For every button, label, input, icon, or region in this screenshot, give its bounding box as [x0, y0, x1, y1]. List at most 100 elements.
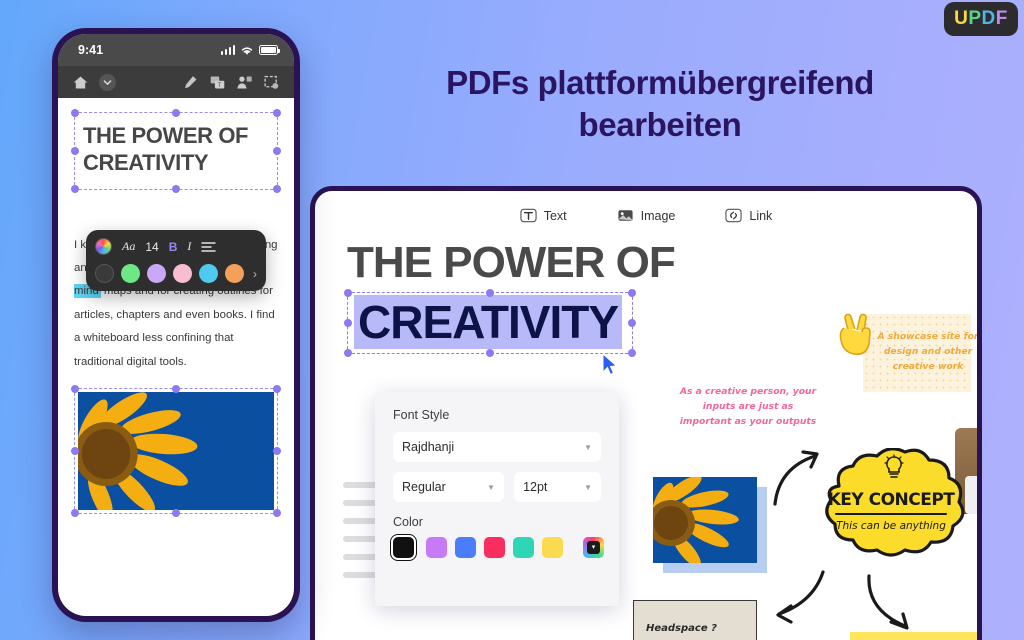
arrow-up-right-icon	[773, 450, 819, 506]
color-wheel-icon[interactable]	[95, 238, 112, 255]
title-handle-middle-left[interactable]	[344, 319, 352, 328]
swatch-pink[interactable]	[173, 264, 192, 283]
tool-image[interactable]: Image	[617, 207, 675, 224]
phone-mockup: 9:41 T THE POWER OF CREATIVITY I and min…	[52, 28, 300, 622]
swatch-cyan[interactable]	[199, 264, 218, 283]
resize-handle-bottom-middle[interactable]	[172, 184, 180, 193]
phone-document: THE POWER OF CREATIVITY I keep write. It…	[58, 98, 294, 517]
font-style-title: Font Style	[393, 408, 450, 422]
swatch-orange[interactable]	[225, 264, 244, 283]
color-swatch-row: ▾	[391, 535, 604, 560]
select-area-icon[interactable]	[263, 74, 280, 91]
cloud-subtitle: This can be anything	[836, 520, 946, 532]
image-handle-bottom-left[interactable]	[71, 508, 79, 517]
bold-button[interactable]: B	[169, 240, 178, 254]
title-handle-top-right[interactable]	[628, 289, 637, 298]
title-handle-bottom-left[interactable]	[344, 349, 352, 358]
title-handle-bottom-right[interactable]	[628, 349, 637, 358]
text-box-icon[interactable]: T	[209, 74, 226, 91]
image-handle-top-middle[interactable]	[172, 384, 180, 393]
orange-annotation: A showcase site for design and other cre…	[877, 331, 979, 372]
add-image-icon[interactable]	[236, 74, 253, 91]
title-handle-top-left[interactable]	[344, 289, 352, 298]
image-handle-middle-left[interactable]	[71, 446, 79, 455]
battery-icon	[259, 45, 280, 55]
swatch-next-chevron[interactable]: ›	[253, 267, 257, 281]
wifi-icon	[241, 46, 253, 55]
image-handle-bottom-right[interactable]	[273, 508, 281, 517]
peace-hand-icon	[839, 313, 871, 356]
phone-document-title: THE POWER OF CREATIVITY	[83, 123, 249, 175]
desktop-document-canvas: THE POWER OF CREATIVITY A showcase site …	[315, 232, 977, 640]
font-family-select[interactable]: Rajdhanji ▼	[393, 432, 601, 462]
font-face-button[interactable]: Aa	[122, 239, 135, 254]
color-swatch-teal[interactable]	[513, 537, 534, 558]
resize-handle-top-middle[interactable]	[172, 109, 180, 117]
phone-title-selection[interactable]: THE POWER OF CREATIVITY	[71, 109, 281, 193]
tool-link[interactable]: Link	[725, 207, 772, 224]
document-title-selection[interactable]: CREATIVITY	[344, 289, 637, 376]
resize-handle-bottom-right[interactable]	[273, 184, 281, 193]
title-handle-bottom-middle[interactable]	[486, 349, 495, 358]
desktop-toolbar: Text Image Link	[315, 191, 977, 232]
phone-image-selection[interactable]	[71, 384, 281, 517]
chevron-down-icon: ▼	[584, 482, 592, 492]
title-handle-middle-right[interactable]	[628, 319, 637, 328]
document-title-line-2: CREATIVITY	[354, 295, 623, 350]
logo-letter-f: F	[995, 8, 1008, 29]
color-swatch-black[interactable]	[391, 535, 416, 560]
marker-pen-icon[interactable]	[182, 74, 199, 91]
swatch-green[interactable]	[121, 264, 140, 283]
font-style-popup: Font Style Rajdhanji ▼ Regular ▼ 12pt ▼ …	[375, 392, 619, 606]
lightbulb-icon	[884, 454, 904, 478]
document-title-line-1: THE POWER OF	[347, 238, 676, 287]
color-swatch-red[interactable]	[484, 537, 505, 558]
resize-handle-top-right[interactable]	[273, 109, 281, 117]
color-swatch-blue[interactable]	[455, 537, 476, 558]
color-section-label: Color	[393, 515, 423, 529]
image-handle-middle-right[interactable]	[273, 446, 281, 455]
color-swatch-yellow[interactable]	[542, 537, 563, 558]
link-tool-icon	[725, 208, 742, 223]
sunflower-image-desktop	[653, 477, 757, 563]
image-handle-top-right[interactable]	[273, 384, 281, 393]
cloud-text-block: KEY CONCEPT This can be anything	[823, 490, 959, 532]
home-icon[interactable]	[72, 74, 89, 91]
color-swatch-purple[interactable]	[426, 537, 447, 558]
font-size-value[interactable]: 14	[145, 240, 158, 254]
page-headline: PDFs plattformübergreifend bearbeiten	[315, 62, 1005, 146]
align-left-icon[interactable]	[201, 241, 217, 253]
phone-screen: 9:41 T THE POWER OF CREATIVITY I and min…	[58, 34, 294, 616]
phone-status-bar: 9:41	[58, 34, 294, 66]
pink-annotation: As a creative person, your inputs are ju…	[679, 386, 817, 427]
resize-handle-middle-right[interactable]	[273, 146, 281, 155]
arrow-down-left-icon	[776, 570, 825, 624]
image-handle-top-left[interactable]	[71, 384, 79, 393]
chevron-down-icon[interactable]	[99, 73, 116, 91]
logo-letter-u: U	[954, 8, 969, 29]
status-time: 9:41	[78, 43, 104, 57]
headline-line-2: bearbeiten	[578, 106, 742, 144]
tool-text[interactable]: Text	[520, 207, 567, 224]
font-size-select[interactable]: 12pt ▼	[514, 472, 601, 502]
resize-handle-bottom-left[interactable]	[71, 184, 79, 193]
resize-handle-middle-left[interactable]	[71, 146, 79, 155]
arrow-down-right-icon	[867, 574, 909, 630]
rainbow-color-picker-icon[interactable]: ▾	[583, 537, 604, 558]
swatch-none[interactable]	[95, 264, 114, 283]
image-handle-bottom-middle[interactable]	[172, 508, 180, 517]
swatch-purple[interactable]	[147, 264, 166, 283]
cloud-underline	[835, 513, 947, 515]
font-weight-select[interactable]: Regular ▼	[393, 472, 505, 502]
logo-letter-d: D	[981, 8, 996, 29]
image-tool-icon	[618, 210, 633, 221]
headline-line-1: PDFs plattformübergreifend	[446, 64, 874, 101]
text-tool-icon	[520, 208, 537, 223]
cellular-signal-icon	[220, 45, 235, 55]
mouse-pointer-icon	[602, 353, 618, 376]
photo-note-label: Headspace ?	[646, 623, 717, 634]
tool-text-label: Text	[543, 208, 567, 223]
updf-logo: U P D F	[944, 2, 1018, 36]
italic-button[interactable]: I	[187, 239, 191, 254]
resize-handle-top-left[interactable]	[71, 109, 79, 117]
